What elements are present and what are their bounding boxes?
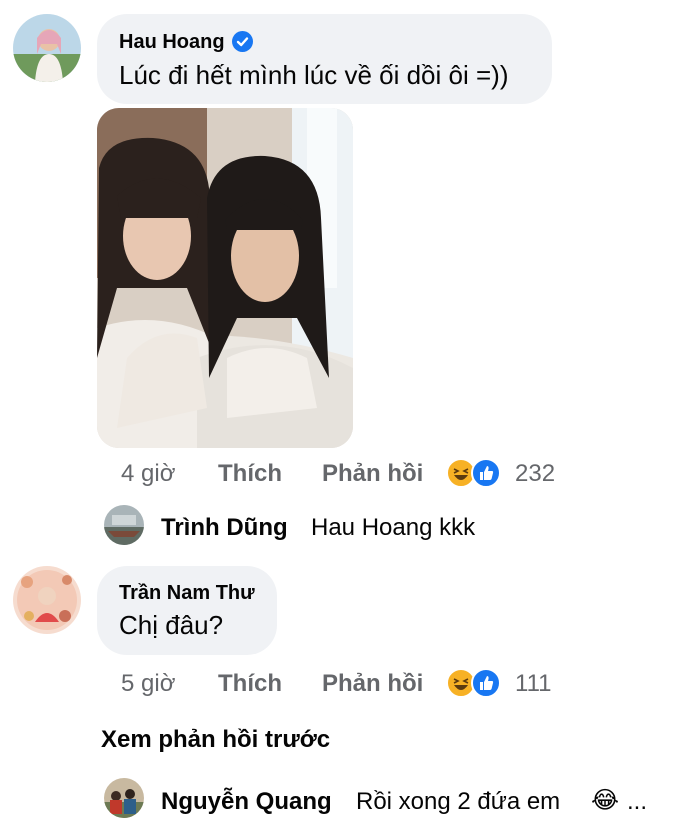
comment-bubble: Trần Nam Thư Chị đâu? — [97, 566, 277, 655]
truncation-ellipsis[interactable]: ... — [627, 788, 647, 816]
laughing-emoji-icon: 😂 — [591, 786, 620, 814]
verified-badge-icon — [232, 31, 253, 52]
comment-author[interactable]: Trần Nam Thư — [119, 582, 255, 605]
reply-button[interactable]: Phản hồi — [322, 670, 423, 698]
reply-text: Rồi xong 2 đứa em — [356, 788, 561, 815]
see-previous-replies-link[interactable]: Xem phản hồi trước — [101, 726, 330, 754]
reply-author[interactable]: Nguyễn Quang — [161, 788, 332, 816]
avatar[interactable] — [104, 505, 144, 545]
reply-text: Hau Hoang kkk — [311, 514, 476, 541]
like-button[interactable]: Thích — [218, 460, 282, 488]
comment-time: 5 giờ — [121, 670, 176, 697]
like-reaction-icon — [471, 458, 501, 488]
comment-text: Lúc đi hết mình lúc về ối dồi ôi =)) — [119, 60, 509, 90]
reaction-count[interactable]: 232 — [515, 460, 555, 488]
comment-bubble: Hau Hoang Lúc đi hết mình lúc về ối dồi … — [97, 14, 552, 104]
comment-photo[interactable] — [97, 108, 353, 448]
reply-button[interactable]: Phản hồi — [322, 460, 423, 488]
comment-time: 4 giờ — [121, 460, 176, 487]
avatar[interactable] — [13, 14, 81, 82]
avatar[interactable] — [13, 566, 81, 634]
comment-text: Chị đâu? — [119, 610, 224, 640]
reaction-count[interactable]: 111 — [515, 670, 551, 698]
like-button[interactable]: Thích — [218, 670, 282, 698]
reply-author[interactable]: Trình Dũng — [161, 514, 288, 542]
avatar[interactable] — [104, 778, 144, 818]
comment-author[interactable]: Hau Hoang — [119, 31, 225, 54]
like-reaction-icon — [471, 668, 501, 698]
